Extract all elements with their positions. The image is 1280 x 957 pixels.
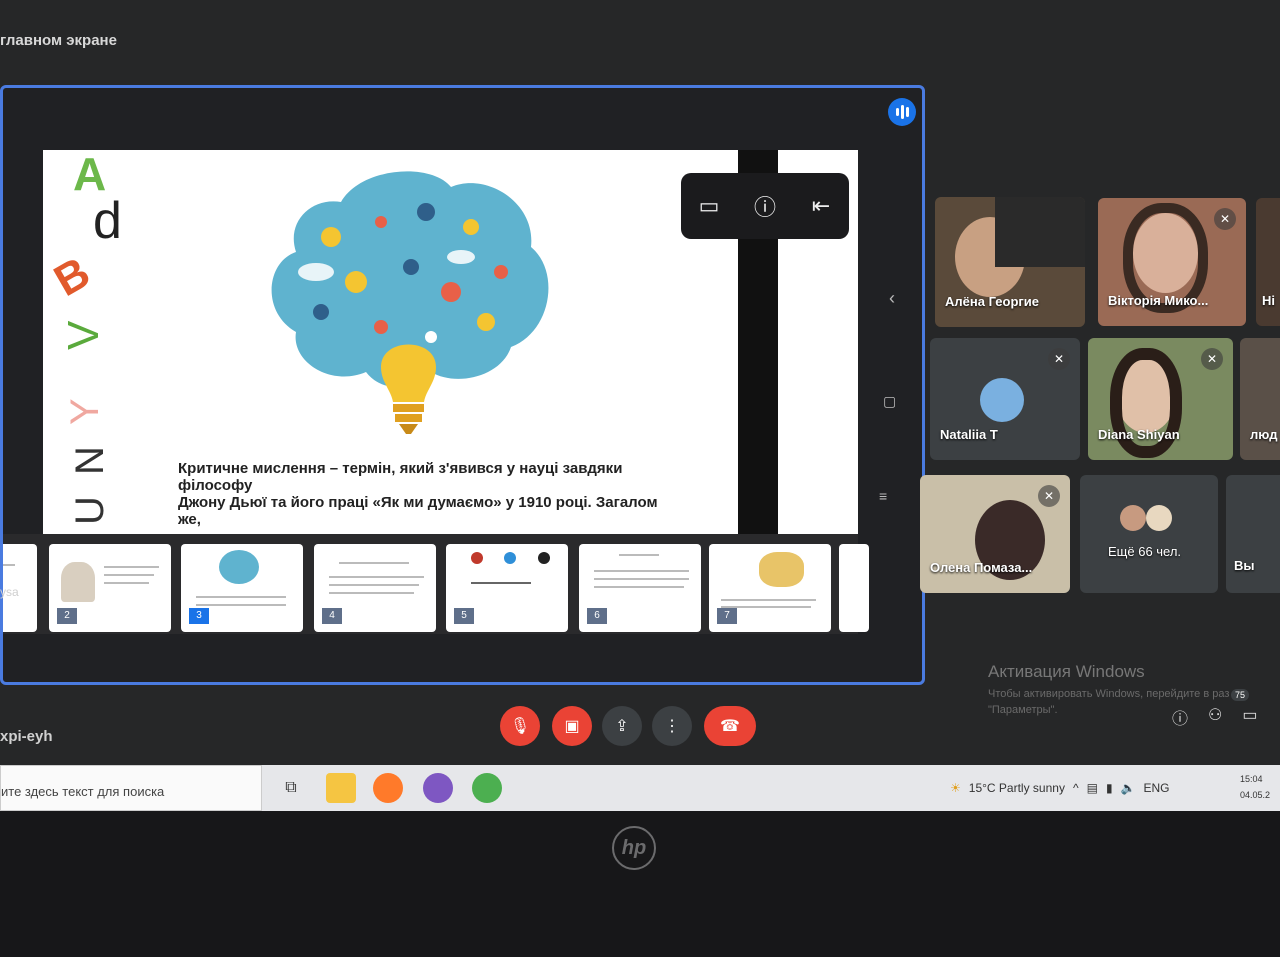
slide-body-text: Критичне мислення – термін, який з'явивс… [178, 460, 658, 528]
torrent-icon[interactable] [472, 773, 502, 803]
participant-tile[interactable]: люд [1240, 338, 1280, 460]
end-call-icon: ☎ [720, 718, 740, 735]
present-button[interactable]: ⇪ [602, 706, 642, 746]
people-icon[interactable]: ⚇ [1208, 705, 1222, 729]
taskbar-clock[interactable]: 15:04 04.05.2 [1240, 771, 1270, 803]
more-vertical-icon: ⋮ [664, 718, 680, 735]
mic-off-icon: ✕ [1048, 348, 1070, 370]
menu-icon[interactable]: ≡ [879, 488, 887, 504]
call-controls: 🎙 ▣ ⇪ ⋮ ☎ [500, 706, 760, 746]
brain-thumbnail-image [219, 550, 259, 584]
presenter-label: ysa [0, 585, 19, 599]
participant-tile[interactable]: ✕ Вікторія Мико... [1098, 198, 1246, 326]
avatar [1120, 505, 1146, 531]
slide-thumbnail[interactable]: 7 [709, 544, 831, 632]
participant-name: Nataliia T [940, 427, 998, 442]
slide-thumbnail-active[interactable]: 3 [181, 544, 303, 632]
camera-off-button[interactable]: ▣ [552, 706, 592, 746]
viber-icon[interactable] [423, 773, 453, 803]
speaking-indicator-icon [888, 98, 916, 126]
volume-icon[interactable]: 🔈 [1121, 781, 1136, 795]
file-explorer-icon[interactable] [326, 773, 356, 803]
taskbar-search-input[interactable]: ите здесь текст для поиска [0, 765, 262, 811]
participant-tile[interactable]: ✕ Diana Shiyan [1088, 338, 1233, 460]
slide-thumbnail[interactable]: 2 [49, 544, 171, 632]
battery-icon[interactable]: ▮ [1106, 781, 1113, 795]
mic-off-icon: 🎙 [509, 718, 531, 735]
avatar [1146, 505, 1172, 531]
participant-name: Diana Shiyan [1098, 427, 1180, 442]
svg-text:N: N [68, 446, 112, 475]
thinker-image [759, 552, 804, 587]
svg-text:V: V [59, 320, 108, 350]
screen: главном экране A d B V Y N U Критичне ми… [0, 0, 1280, 812]
svg-text:Y: Y [63, 398, 107, 425]
windows-taskbar: ите здесь текст для поиска ⧉ ☀ 15°C Part… [0, 765, 1280, 811]
participant-tile[interactable]: ✕ Олена Помаза... [920, 475, 1070, 593]
portrait-image [61, 562, 95, 602]
end-call-button[interactable]: ☎ [704, 706, 756, 746]
chevron-left-icon[interactable]: ‹ [889, 288, 895, 309]
exit-icon[interactable]: ⇤ [806, 191, 836, 221]
meeting-code: xpi-eyh [0, 728, 53, 745]
presentation-title: главном экране [0, 32, 117, 49]
mic-off-icon: ✕ [1201, 348, 1223, 370]
weather-text[interactable]: 15°C Partly sunny [969, 781, 1065, 795]
more-participants-tile[interactable]: Ещё 66 чел. [1080, 475, 1218, 593]
present-icon: ⇪ [615, 718, 629, 735]
slide-thumbnail[interactable]: 5 [446, 544, 568, 632]
participant-tile[interactable]: Алёна Георгие [935, 197, 1085, 327]
svg-text:U: U [68, 496, 112, 525]
language-indicator[interactable]: ENG [1144, 781, 1170, 795]
participant-name: Hi [1262, 293, 1275, 308]
weather-icon: ☀ [950, 781, 961, 795]
network-icon[interactable]: ▤ [1087, 781, 1098, 795]
more-options-button[interactable]: ⋮ [652, 706, 692, 746]
avatar [980, 378, 1024, 422]
camera-off-icon: ▣ [564, 718, 580, 735]
participant-name: люд [1250, 427, 1278, 442]
participant-count-badge: 75 [1231, 689, 1250, 701]
participant-name: Вы [1234, 558, 1255, 573]
participant-name: Олена Помаза... [930, 560, 1033, 575]
monitor-icon[interactable]: ▭ [694, 191, 724, 221]
mic-off-button[interactable]: 🎙 [500, 706, 540, 746]
presentation-panel[interactable]: A d B V Y N U Критичне мислення – термін… [0, 85, 925, 685]
mic-off-icon: ✕ [1214, 208, 1236, 230]
svg-text:d: d [93, 192, 122, 250]
participant-name: Алёна Георгие [945, 294, 1040, 309]
self-tile[interactable]: Вы [1226, 475, 1280, 593]
meeting-side-icons: ⓘ ⚇ ▭ [1172, 705, 1257, 729]
chat-icon[interactable]: ▭ [1242, 705, 1257, 729]
participant-name: Ещё 66 чел. [1108, 544, 1182, 559]
firefox-icon[interactable] [373, 773, 403, 803]
participant-tile[interactable]: ✕ Nataliia T [930, 338, 1080, 460]
task-view-icon[interactable]: ⧉ [276, 773, 306, 803]
system-tray: ☀ 15°C Partly sunny ^ ▤ ▮ 🔈 ENG [950, 765, 1170, 811]
square-icon[interactable]: ▢ [883, 393, 896, 410]
participant-name: Вікторія Мико... [1108, 293, 1209, 308]
hp-logo: hp [612, 826, 656, 870]
slide-thumbnail[interactable]: 4 [314, 544, 436, 632]
presentation-overlay-toolbar: ▭ ⓘ ⇤ [681, 173, 849, 239]
slide-filmstrip: 2 3 4 5 6 7 [3, 534, 869, 634]
lightbulb-brain-illustration [271, 171, 549, 434]
info-icon[interactable]: ⓘ [1172, 705, 1188, 729]
svg-text:B: B [46, 248, 98, 306]
info-icon[interactable]: ⓘ [750, 191, 780, 221]
laptop-photo: главном экране A d B V Y N U Критичне ми… [0, 0, 1280, 957]
participant-tile[interactable]: Hi [1256, 198, 1280, 326]
slide-thumbnail[interactable]: 6 [579, 544, 701, 632]
decorative-letters: A d B V Y N U [46, 150, 122, 525]
mic-off-icon: ✕ [1038, 485, 1060, 507]
slide-thumbnail[interactable] [839, 544, 869, 632]
chevron-up-icon[interactable]: ^ [1073, 781, 1079, 795]
